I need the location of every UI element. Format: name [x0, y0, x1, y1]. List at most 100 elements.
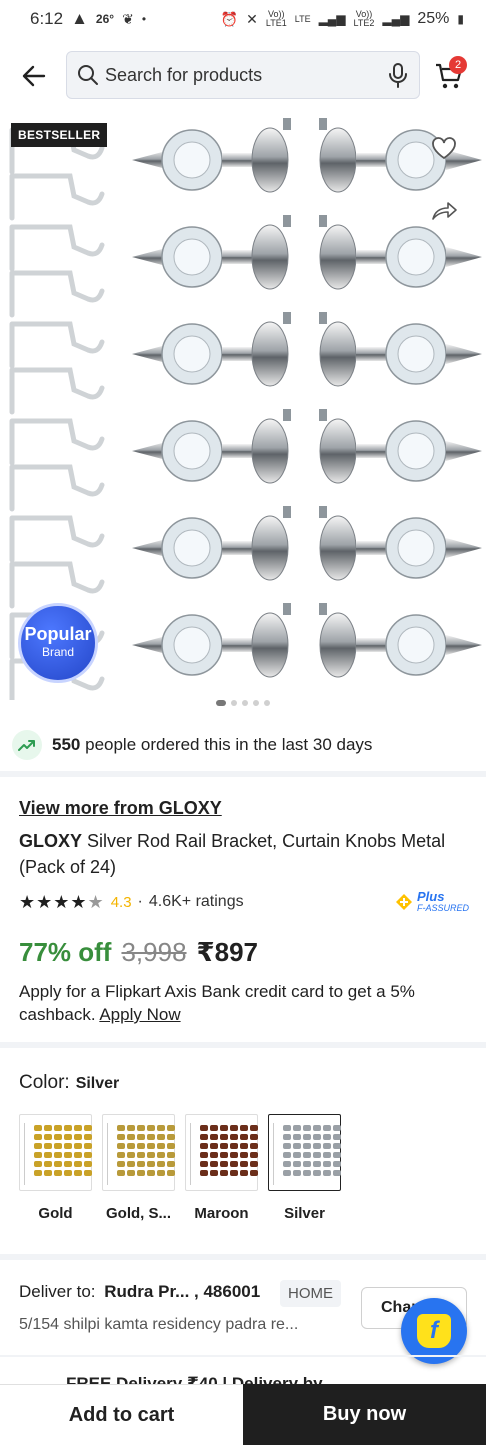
swatch-knob	[147, 1170, 155, 1176]
product-title: GLOXY Silver Rod Rail Bracket, Curtain K…	[19, 828, 459, 880]
warning-icon: ▲	[71, 9, 88, 28]
swatch-knob	[210, 1125, 218, 1131]
add-to-cart-button[interactable]: Add to cart	[0, 1384, 243, 1445]
swatch-knob	[44, 1152, 52, 1158]
swatch-knob	[34, 1134, 42, 1140]
trending-up-icon	[12, 730, 42, 760]
swatch-knob	[283, 1143, 291, 1149]
swatch-knob	[230, 1152, 238, 1158]
status-time: 6:12	[30, 9, 64, 28]
swatch-knob	[54, 1125, 62, 1131]
back-arrow-icon[interactable]	[20, 62, 48, 90]
pagination-dot	[216, 700, 226, 706]
swatch-knob	[240, 1134, 248, 1140]
swatch-knob	[230, 1125, 238, 1131]
swatch-knob	[167, 1161, 175, 1167]
swatch-knob	[200, 1125, 208, 1131]
signal-icon: ▂▄▆	[318, 12, 346, 26]
discount-percent: 77% off	[19, 937, 112, 967]
microphone-icon[interactable]	[387, 62, 409, 88]
swatch-knob	[34, 1152, 42, 1158]
swatch-knob	[303, 1125, 311, 1131]
swatch-knob	[323, 1161, 331, 1167]
search-bar[interactable]: Search for products	[66, 51, 420, 99]
swatch-knob	[147, 1134, 155, 1140]
view-more-brand-link[interactable]: View more from GLOXY	[19, 798, 222, 819]
apply-now-link[interactable]: Apply Now	[99, 1005, 180, 1024]
swatch-knob	[283, 1152, 291, 1158]
swatch-rail	[273, 1123, 281, 1185]
rating-stars-icon: ★★★★★	[19, 891, 105, 912]
swatch-knob	[323, 1134, 331, 1140]
top-bar: Search for products	[0, 50, 486, 102]
swatch-knob	[84, 1134, 92, 1140]
swatch-knob	[313, 1143, 321, 1149]
swatch-knob	[250, 1161, 258, 1167]
search-placeholder: Search for products	[105, 64, 263, 85]
swatch-knob	[167, 1143, 175, 1149]
swatch-knob	[220, 1161, 228, 1167]
swatch-knob	[167, 1134, 175, 1140]
swatch-knob	[293, 1161, 301, 1167]
original-price: 3,998	[121, 937, 187, 967]
swatch-knob	[220, 1134, 228, 1140]
gallery-pagination	[0, 700, 486, 706]
swatch-knob	[323, 1125, 331, 1131]
swatch-knob	[333, 1170, 341, 1176]
swatch-knob	[34, 1161, 42, 1167]
color-swatch[interactable]	[268, 1114, 341, 1191]
swatch-knob	[44, 1170, 52, 1176]
swatch-knob	[44, 1161, 52, 1167]
swatch-knob	[167, 1152, 175, 1158]
ratings-count: 4.6K+ ratings	[148, 893, 244, 910]
swatch-knob	[250, 1143, 258, 1149]
color-swatch[interactable]	[185, 1114, 258, 1191]
swatch-knob	[210, 1152, 218, 1158]
swatch-knob	[167, 1170, 175, 1176]
swatch-knob	[303, 1134, 311, 1140]
color-swatch[interactable]	[102, 1114, 175, 1191]
swatch-knob	[240, 1125, 248, 1131]
swatch-knob	[157, 1161, 165, 1167]
product-brand: GLOXY	[19, 831, 83, 851]
swatch-knob	[34, 1125, 42, 1131]
swatch-knob	[137, 1134, 145, 1140]
swatch-thumbnail	[283, 1125, 341, 1176]
flipkart-logo-icon: f	[417, 1314, 451, 1348]
swatch-knob	[240, 1161, 248, 1167]
swatch-knob	[137, 1161, 145, 1167]
wishlist-heart-icon[interactable]	[430, 135, 458, 161]
flame-icon: ❦	[122, 10, 134, 27]
swatch-knob	[210, 1143, 218, 1149]
price-row: 77% off 3,998 ₹897	[19, 937, 258, 968]
swatch-knob	[230, 1134, 238, 1140]
orders-info: 550 people ordered this in the last 30 d…	[12, 730, 372, 760]
swatch-knob	[74, 1143, 82, 1149]
swatch-knob	[157, 1134, 165, 1140]
swatch-knob	[240, 1152, 248, 1158]
status-bar: 6:12 ▲ 26° ❦ • ⏰ ✕ Vo)) LTE1 LTE ▂▄▆ Vo))…	[0, 0, 486, 38]
swatch-knob	[117, 1170, 125, 1176]
swatch-knob	[220, 1152, 228, 1158]
bank-offer-text: Apply for a Flipkart Axis Bank credit ca…	[19, 982, 415, 1024]
battery-icon: ▮	[457, 12, 464, 26]
color-swatch-label: Gold	[38, 1205, 73, 1222]
swatch-knob	[74, 1161, 82, 1167]
bank-offer: Apply for a Flipkart Axis Bank credit ca…	[19, 980, 469, 1026]
search-icon	[78, 65, 98, 85]
swatch-knob	[240, 1170, 248, 1176]
buy-now-button[interactable]: Buy now	[243, 1384, 486, 1445]
color-swatch-labels: Gold Gold, S... Maroon Silver	[19, 1205, 341, 1222]
rating-row[interactable]: ★★★★★ 4.3 · 4.6K+ ratings Plus F-ASSURED	[19, 890, 469, 913]
deliver-to-label: Deliver to:	[19, 1282, 96, 1301]
swatch-knob	[54, 1170, 62, 1176]
product-image-gallery[interactable]: BESTSELLER Popular Brand	[0, 115, 486, 700]
swatch-knob	[333, 1143, 341, 1149]
orders-text: people ordered this in the last 30 days	[85, 735, 373, 754]
swatch-knob	[323, 1152, 331, 1158]
color-swatches	[19, 1114, 341, 1191]
alarm-icon: ⏰	[220, 10, 239, 27]
share-icon[interactable]	[430, 197, 458, 223]
pagination-dot	[231, 700, 237, 706]
color-swatch[interactable]	[19, 1114, 92, 1191]
